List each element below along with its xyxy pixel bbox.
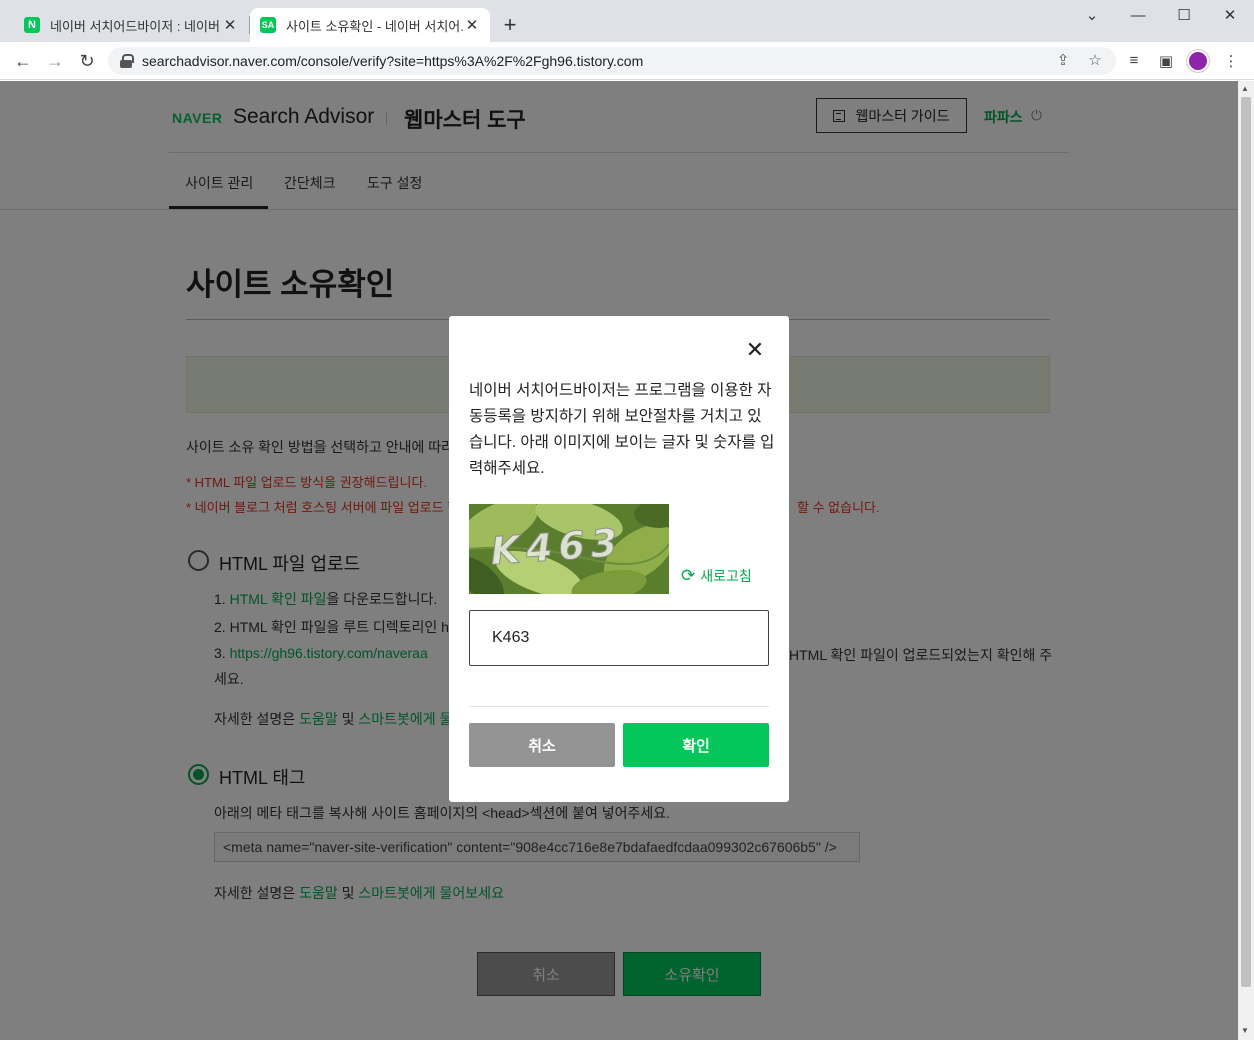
browser-toolbar: ← → ↻ searchadvisor.naver.com/console/ve…: [0, 42, 1254, 80]
scrollbar-thumb[interactable]: [1241, 97, 1251, 987]
refresh-icon: ⟳: [681, 566, 696, 585]
captcha-image: K463: [469, 504, 669, 594]
new-tab-icon[interactable]: +: [498, 12, 522, 38]
browser-tab-bar: N 네이버 서치어드바이저 : 네이버 ... ✕ SA 사이트 소유확인 - …: [0, 0, 1254, 42]
scroll-up-icon[interactable]: ▲: [1241, 84, 1249, 93]
modal-cancel-button[interactable]: 취소: [469, 723, 615, 767]
side-panel-icon[interactable]: ▣: [1156, 52, 1176, 70]
forward-arrow-icon[interactable]: →: [42, 48, 68, 74]
maximize-icon[interactable]: ☐: [1164, 4, 1204, 28]
captcha-modal: ✕ 네이버 서치어드바이저는 프로그램을 이용한 자동등록을 방지하기 위해 보…: [449, 316, 789, 802]
close-tab-icon[interactable]: ✕: [222, 16, 238, 34]
url-text: searchadvisor.naver.com/console/verify?s…: [142, 53, 644, 69]
captcha-text: K463: [489, 520, 625, 573]
tab-title: 사이트 소유확인 - 네이버 서치어...: [286, 18, 464, 34]
page-scrollbar[interactable]: ▲ ▼: [1238, 81, 1254, 1040]
reading-list-icon[interactable]: ≡: [1124, 52, 1144, 69]
window-close-icon[interactable]: ✕: [1210, 4, 1250, 28]
tab-search-chevron-icon[interactable]: ⌄: [1072, 4, 1112, 28]
modal-confirm-button[interactable]: 확인: [623, 723, 769, 767]
modal-divider: [469, 706, 769, 707]
captcha-refresh-button[interactable]: ⟳ 새로고침: [681, 566, 752, 586]
captcha-message: 네이버 서치어드바이저는 프로그램을 이용한 자동등록을 방지하기 위해 보안절…: [469, 382, 775, 477]
menu-kebab-icon[interactable]: ⋮: [1221, 52, 1241, 70]
search-advisor-favicon-icon: SA: [260, 17, 276, 33]
browser-tab-active[interactable]: SA 사이트 소유확인 - 네이버 서치어... ✕: [250, 8, 490, 42]
scroll-down-icon[interactable]: ▼: [1241, 1026, 1249, 1035]
close-tab-icon[interactable]: ✕: [464, 16, 480, 34]
naver-favicon-icon: N: [24, 17, 40, 33]
close-icon[interactable]: ✕: [743, 338, 767, 362]
share-icon[interactable]: ⇪: [1053, 51, 1073, 69]
captcha-leaf-background: K463: [469, 504, 669, 594]
browser-tab-inactive[interactable]: N 네이버 서치어드바이저 : 네이버 ... ✕: [14, 8, 248, 42]
captcha-input[interactable]: [469, 610, 769, 666]
reload-icon[interactable]: ↻: [74, 48, 100, 74]
lock-icon: [120, 54, 134, 68]
profile-avatar[interactable]: [1187, 50, 1209, 72]
tab-title: 네이버 서치어드바이저 : 네이버 ...: [50, 18, 222, 34]
refresh-label: 새로고침: [700, 568, 752, 584]
bookmark-star-icon[interactable]: ☆: [1085, 51, 1105, 69]
minimize-icon[interactable]: —: [1118, 4, 1158, 28]
address-bar[interactable]: searchadvisor.naver.com/console/verify?s…: [108, 47, 1116, 75]
back-arrow-icon[interactable]: ←: [10, 48, 36, 74]
